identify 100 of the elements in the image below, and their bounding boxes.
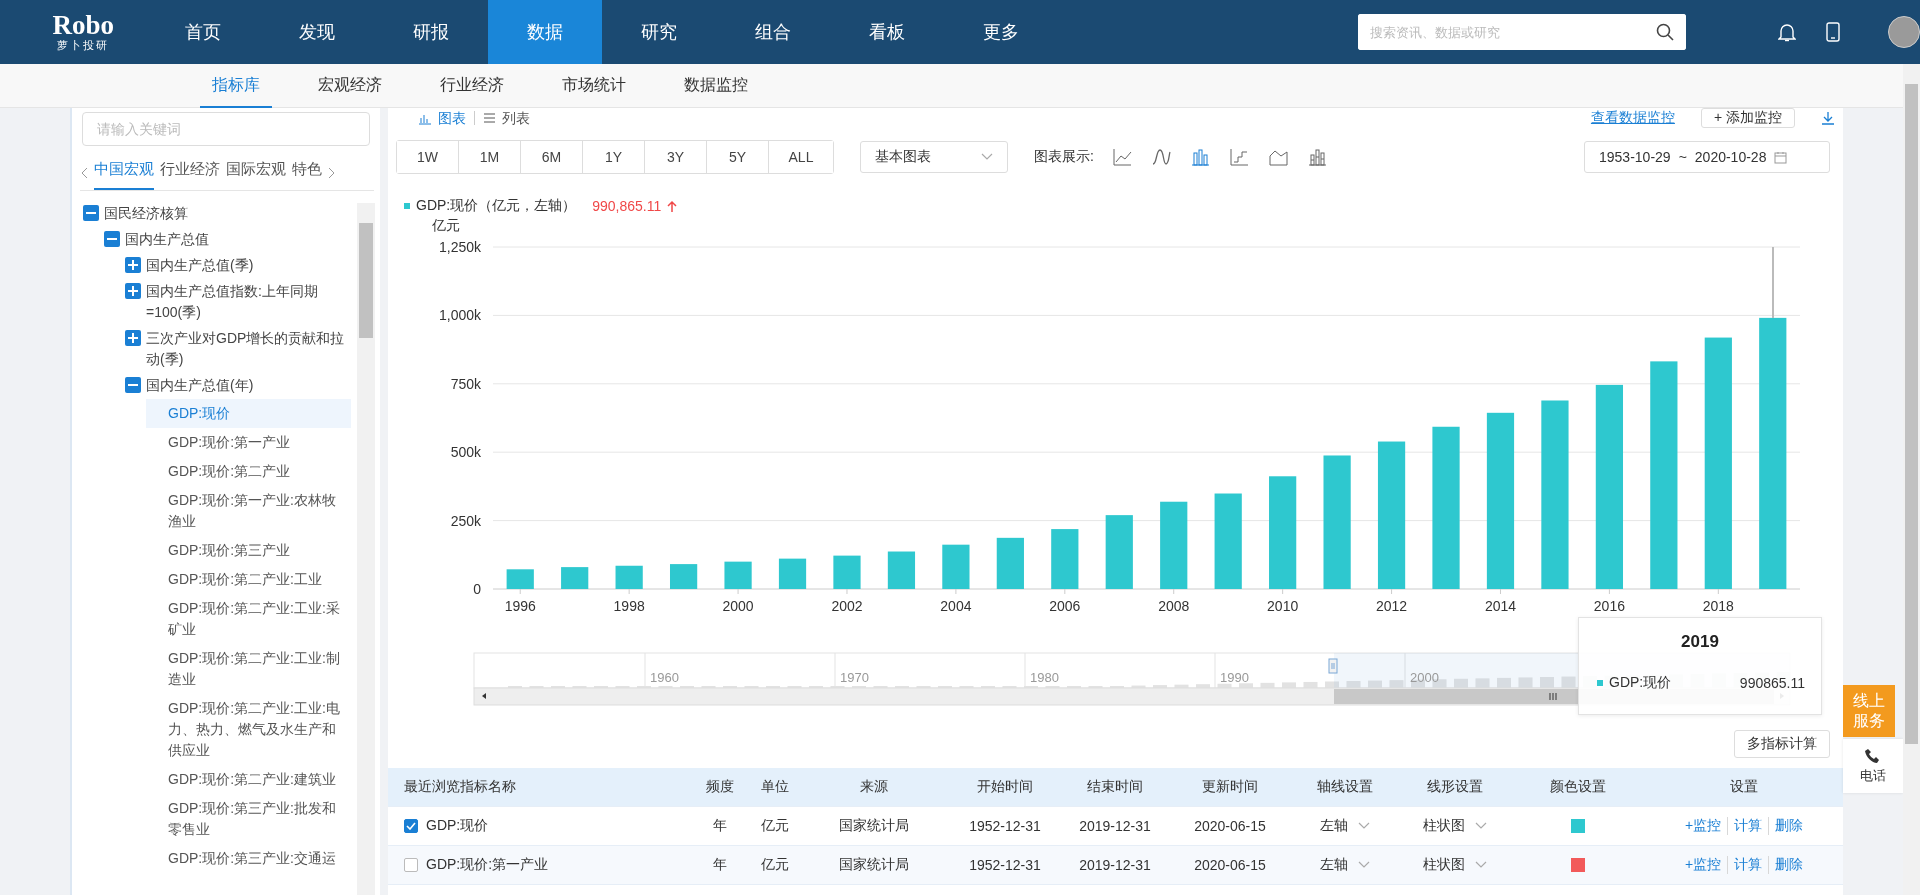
expand-icon[interactable]: [125, 257, 141, 273]
sub-tab[interactable]: 市场统计: [550, 64, 638, 108]
action-link[interactable]: +监控: [1678, 856, 1728, 874]
phone-button[interactable]: 电话: [1843, 739, 1903, 793]
line-type-dropdown[interactable]: 柱状图: [1423, 817, 1487, 835]
search-icon[interactable]: [1656, 23, 1674, 41]
download-icon[interactable]: [1821, 111, 1835, 125]
tree-item[interactable]: GDP:现价:第二产业: [146, 457, 351, 486]
view-tab[interactable]: 图表: [410, 109, 474, 127]
collapse-icon[interactable]: [104, 231, 120, 247]
bar[interactable]: [1650, 361, 1678, 589]
nav-item[interactable]: 组合: [716, 0, 831, 64]
bar[interactable]: [778, 558, 807, 589]
tree-node[interactable]: 国内生产总值指数:上年同期=100(季): [146, 281, 351, 323]
axis-dropdown[interactable]: 左轴: [1320, 817, 1370, 835]
bar[interactable]: [1759, 317, 1787, 589]
sub-tab[interactable]: 宏观经济: [306, 64, 394, 108]
sub-tab[interactable]: 数据监控: [672, 64, 760, 108]
keyword-search-field[interactable]: 请输入关键词: [82, 112, 370, 146]
tree-item[interactable]: GDP:现价:第三产业: [146, 536, 351, 565]
expand-icon[interactable]: [125, 330, 141, 346]
bar[interactable]: [996, 537, 1024, 589]
bar[interactable]: [1323, 455, 1351, 589]
bar[interactable]: [561, 567, 589, 589]
tree-item[interactable]: GDP:现价:第一产业:农林牧渔业: [146, 486, 351, 536]
chevron-right-icon[interactable]: [328, 167, 336, 179]
action-link[interactable]: +监控: [1678, 817, 1728, 835]
chart-type-dropdown[interactable]: 基本图表: [860, 141, 1008, 173]
bar[interactable]: [1269, 476, 1297, 589]
nav-item[interactable]: 数据: [488, 0, 603, 64]
nav-item[interactable]: 看板: [830, 0, 945, 64]
monitor-link[interactable]: 查看数据监控: [1590, 109, 1675, 127]
add-monitor-button[interactable]: + 添加监控: [1700, 108, 1795, 128]
bar[interactable]: [1377, 441, 1406, 589]
tree-node[interactable]: 国内生产总值: [125, 229, 351, 250]
bar[interactable]: [615, 565, 643, 589]
bar[interactable]: [1214, 493, 1242, 589]
color-swatch[interactable]: [1570, 819, 1585, 833]
tree-node[interactable]: 国民经济核算: [104, 203, 351, 224]
tree-node[interactable]: 三次产业对GDP增长的贡献和拉动(季): [146, 328, 351, 370]
bar[interactable]: [833, 555, 861, 589]
mobile-phone-icon[interactable]: [1826, 22, 1840, 42]
category-tab[interactable]: 中国宏观: [94, 156, 154, 190]
action-link[interactable]: 计算: [1727, 856, 1769, 874]
category-tab[interactable]: 行业经济: [160, 156, 220, 190]
collapse-icon[interactable]: [125, 377, 141, 393]
collapse-icon[interactable]: [83, 205, 99, 221]
tree-item[interactable]: GDP:现价:第三产业:交通运: [146, 844, 351, 873]
bar[interactable]: [1432, 426, 1460, 589]
search-field[interactable]: 搜索资讯、数据或研究: [1358, 14, 1686, 50]
nav-item[interactable]: 首页: [146, 0, 261, 64]
bar[interactable]: [724, 561, 752, 589]
category-tab[interactable]: 特色: [292, 156, 322, 190]
bar[interactable]: [1595, 384, 1623, 589]
date-range-field[interactable]: 1953-10-29 ~ 2020-10-28: [1584, 141, 1830, 173]
action-link[interactable]: 删除: [1768, 856, 1810, 874]
tree-item[interactable]: GDP:现价:第一产业: [146, 428, 351, 457]
line-type-dropdown[interactable]: 柱状图: [1423, 856, 1487, 874]
bar[interactable]: [1160, 501, 1188, 589]
bar[interactable]: [1105, 515, 1133, 589]
range-handle[interactable]: [1328, 658, 1338, 674]
axis-dropdown[interactable]: 左轴: [1320, 856, 1370, 874]
bar[interactable]: [670, 564, 698, 589]
tree-scrollbar[interactable]: [357, 203, 375, 895]
bar[interactable]: [1541, 400, 1569, 589]
tree-item[interactable]: GDP:现价:第三产业:批发和零售业: [146, 794, 351, 844]
tree-node[interactable]: 国内生产总值(季): [146, 255, 351, 276]
bar[interactable]: [887, 551, 916, 589]
bar[interactable]: [1051, 529, 1079, 589]
tree-item[interactable]: GDP:现价:第二产业:工业: [146, 565, 351, 594]
row-checkbox[interactable]: [404, 819, 418, 833]
logo[interactable]: Robo 萝卜投研: [0, 11, 147, 53]
tree-item[interactable]: GDP:现价:第二产业:工业:制造业: [146, 644, 351, 694]
bar[interactable]: [1486, 412, 1515, 589]
range-button[interactable]: 1W: [397, 141, 459, 173]
expand-icon[interactable]: [125, 283, 141, 299]
multi-indicator-button[interactable]: 多指标计算: [1734, 730, 1830, 758]
tree-item[interactable]: GDP:现价:第二产业:工业:采矿业: [146, 594, 351, 644]
category-tab[interactable]: 国际宏观: [226, 156, 286, 190]
chevron-left-icon[interactable]: [80, 167, 88, 179]
bar[interactable]: [942, 544, 970, 589]
tree-item[interactable]: GDP:现价:第二产业:建筑业: [146, 765, 351, 794]
nav-item[interactable]: 更多: [944, 0, 1059, 64]
bell-icon[interactable]: [1778, 22, 1796, 42]
sub-tab[interactable]: 行业经济: [428, 64, 516, 108]
avatar-icon[interactable]: [1888, 16, 1920, 48]
action-link[interactable]: 删除: [1768, 817, 1810, 835]
tree-item[interactable]: GDP:现价:第二产业:工业:电力、热力、燃气及水生产和供应业: [146, 694, 351, 765]
bar[interactable]: [1704, 337, 1732, 589]
tree-item[interactable]: GDP:现价: [146, 399, 351, 428]
bar[interactable]: [506, 569, 534, 589]
action-link[interactable]: 计算: [1727, 817, 1769, 835]
nav-item[interactable]: 研报: [374, 0, 489, 64]
tree-node[interactable]: 国内生产总值(年): [146, 375, 351, 396]
nav-item[interactable]: 研究: [602, 0, 717, 64]
nav-item[interactable]: 发现: [260, 0, 375, 64]
row-checkbox[interactable]: [404, 858, 418, 872]
view-tab[interactable]: 列表: [475, 109, 538, 127]
color-swatch[interactable]: [1570, 858, 1585, 872]
calendar-icon[interactable]: [1774, 150, 1788, 164]
